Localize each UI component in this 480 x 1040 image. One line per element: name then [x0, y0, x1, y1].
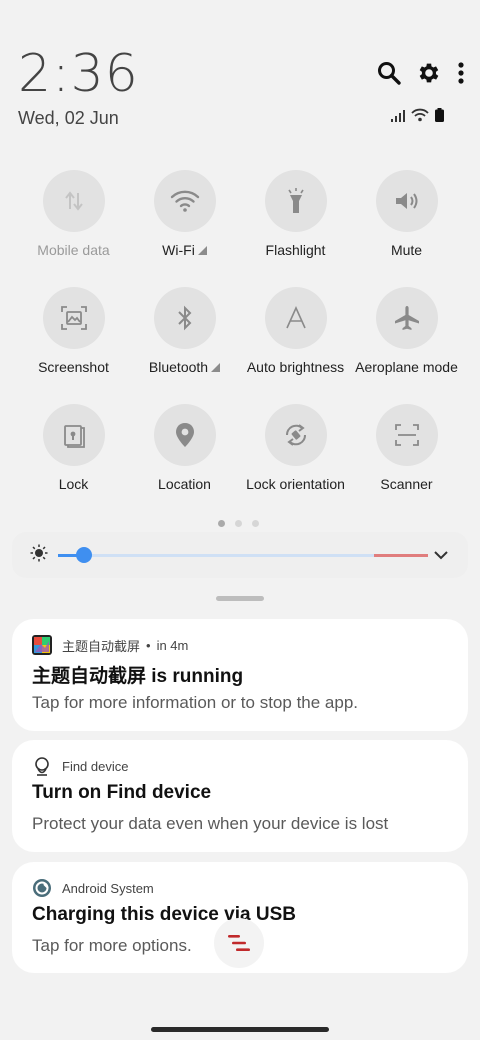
tile-label-text: Mobile data — [37, 242, 110, 258]
tile-label: Flashlight — [240, 242, 351, 258]
tile-lock[interactable]: Lock — [18, 404, 129, 492]
expand-caret-icon[interactable] — [197, 246, 207, 255]
panel-drag-handle[interactable] — [216, 596, 264, 601]
tile-label-text: Aeroplane mode — [355, 359, 458, 375]
page-dot — [252, 520, 259, 527]
status-icons — [391, 108, 444, 127]
tile-label: Bluetooth — [129, 359, 240, 375]
page-dot — [235, 520, 242, 527]
expand-caret-icon[interactable] — [211, 363, 221, 372]
brightness-high-zone — [374, 554, 428, 557]
notification-title: Turn on Find device — [32, 782, 212, 803]
android-system-icon — [32, 878, 52, 898]
notification-title: Charging this device via USB — [32, 904, 296, 925]
notification-title: 主题自动截屏 is running — [32, 666, 244, 687]
tile-wi-fi[interactable]: Wi-Fi — [129, 170, 240, 258]
tile-label-text: Bluetooth — [148, 359, 209, 375]
brightness-slider-thumb[interactable] — [75, 547, 92, 563]
clock: 2:36 — [18, 44, 139, 104]
volume-icon[interactable] — [375, 170, 438, 232]
tile-label-text: Scanner — [380, 476, 433, 492]
auto-brightness-icon[interactable] — [264, 287, 327, 349]
notification-app-row: Android System — [32, 878, 154, 898]
tile-label: Wi-Fi — [129, 242, 240, 258]
header-actions — [376, 60, 466, 88]
wifi-icon — [411, 108, 429, 127]
tile-label-text: Screenshot — [38, 359, 109, 375]
app-color-icon — [32, 635, 52, 655]
tile-label: Mute — [351, 242, 462, 258]
scanner-icon[interactable] — [375, 404, 438, 466]
notification-time: in 4m — [156, 637, 189, 653]
airplane-icon[interactable] — [375, 287, 438, 349]
flashlight-icon[interactable] — [264, 170, 327, 232]
tile-label: Aeroplane mode — [351, 359, 462, 375]
notification-app-row: 主题自动截屏 • in 4m — [32, 635, 188, 655]
screenshot-icon[interactable] — [42, 287, 105, 349]
date: Wed, 02 Jun — [18, 108, 119, 128]
find-device-icon — [32, 756, 52, 776]
tile-label-text: Lock — [58, 476, 89, 492]
signal-icon — [391, 109, 405, 127]
search-icon[interactable] — [376, 60, 402, 88]
tile-label: Lock — [18, 476, 129, 492]
tile-label: Lock orientation — [240, 476, 351, 492]
wifi-icon[interactable] — [153, 170, 216, 232]
settings-icon[interactable] — [416, 60, 442, 88]
notification-app-name: Find device — [62, 758, 129, 774]
location-icon[interactable] — [153, 404, 216, 466]
brightness-bar — [12, 532, 468, 578]
tile-screenshot[interactable]: Screenshot — [18, 287, 129, 375]
tile-label-text: Auto brightness — [246, 359, 345, 375]
tile-label: Location — [129, 476, 240, 492]
page-indicator — [218, 520, 259, 527]
tile-label-text: Flashlight — [265, 242, 326, 258]
tile-label-text: Lock orientation — [246, 476, 345, 492]
notification-find-device[interactable]: Find device Turn on Find device Protect … — [12, 740, 468, 852]
tile-mute[interactable]: Mute — [351, 170, 462, 258]
tile-aeroplane-mode[interactable]: Aeroplane mode — [351, 287, 462, 375]
bluetooth-icon[interactable] — [153, 287, 216, 349]
notification-body: Tap for more information or to stop the … — [32, 693, 359, 712]
notification-app-name: Android System — [62, 880, 154, 896]
tile-label: Scanner — [351, 476, 462, 492]
sun-icon — [30, 544, 48, 567]
notification-body: Tap for more options. — [32, 936, 192, 955]
page-dot — [218, 520, 225, 527]
status-header: 2:36 Wed, 02 Jun — [0, 0, 480, 140]
tile-flashlight[interactable]: Flashlight — [240, 170, 351, 258]
more-vert-icon[interactable] — [456, 60, 466, 88]
tile-label: Auto brightness — [240, 359, 351, 375]
mobile-data-icon[interactable] — [42, 170, 105, 232]
tile-auto-brightness[interactable]: Auto brightness — [240, 287, 351, 375]
notification-app-row: Find device — [32, 756, 128, 776]
tile-label-text: Wi-Fi — [162, 242, 195, 258]
assistant-menu-icon[interactable] — [214, 918, 264, 968]
tile-bluetooth[interactable]: Bluetooth — [129, 287, 240, 375]
tile-label: Mobile data — [18, 242, 129, 258]
tile-label: Screenshot — [18, 359, 129, 375]
battery-icon — [435, 108, 444, 127]
tile-label-text: Mute — [390, 242, 423, 258]
notification-app-running[interactable]: 主题自动截屏 • in 4m 主题自动截屏 is running Tap for… — [12, 619, 468, 731]
lock-icon[interactable] — [42, 404, 105, 466]
brightness-track[interactable] — [58, 554, 428, 557]
tile-lock-orientation[interactable]: Lock orientation — [240, 404, 351, 492]
tile-label-text: Location — [158, 476, 211, 492]
tile-scanner[interactable]: Scanner — [351, 404, 462, 492]
tile-location[interactable]: Location — [129, 404, 240, 492]
chevron-down-icon[interactable] — [432, 546, 450, 569]
notification-app-name: 主题自动截屏 — [62, 638, 141, 654]
rotation-lock-icon[interactable] — [264, 404, 327, 466]
notification-body: Protect your data even when your device … — [32, 814, 389, 833]
gesture-nav-bar[interactable] — [151, 1027, 329, 1032]
tile-mobile-data[interactable]: Mobile data — [18, 170, 129, 258]
